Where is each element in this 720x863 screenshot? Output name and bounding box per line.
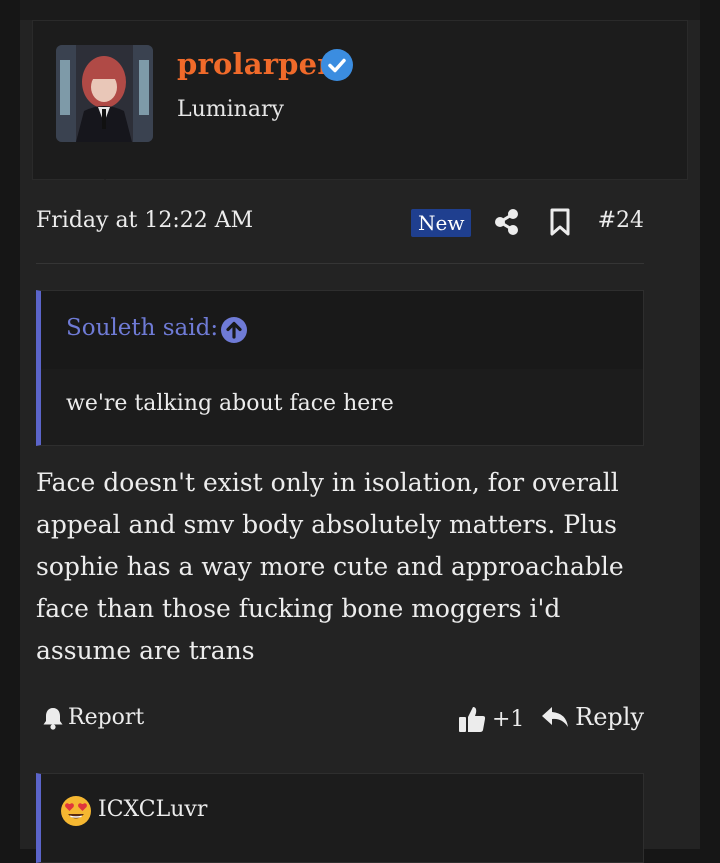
- report-button[interactable]: Report: [42, 705, 144, 730]
- verified-badge-icon: [321, 49, 353, 81]
- meta-divider: [36, 263, 644, 264]
- avatar-image: [56, 45, 153, 142]
- post-body: Face doesn't exist only in isolation, fo…: [36, 462, 646, 672]
- thumbs-up-icon: [459, 707, 486, 732]
- heart-eyes-emoji-icon: [60, 795, 92, 827]
- avatar[interactable]: [56, 45, 153, 142]
- username[interactable]: prolarper: [177, 47, 333, 81]
- like-count: +1: [492, 706, 525, 732]
- like-button[interactable]: +1: [458, 705, 524, 733]
- post-top-band: [20, 0, 700, 20]
- user-block: prolarper Luminary: [32, 20, 688, 180]
- post-number-link[interactable]: #24: [598, 208, 644, 233]
- arrow-up-circle-icon[interactable]: [221, 317, 247, 343]
- reaction-user-link[interactable]: ICXCLuvr: [98, 797, 207, 822]
- share-icon[interactable]: [494, 208, 520, 236]
- post-body-line: appeal and smv body absolutely matters. …: [36, 510, 617, 539]
- user-title: Luminary: [177, 97, 284, 122]
- bookmark-icon[interactable]: [549, 208, 571, 236]
- quote-block: Souleth said: we're talking about face h…: [36, 290, 644, 446]
- post-body-line: Face doesn't exist only in isolation, fo…: [36, 468, 619, 497]
- post-actions: Report +1 Reply: [36, 702, 644, 744]
- quote-header: Souleth said:: [41, 291, 643, 369]
- post-body-line: sophie has a way more cute and approacha…: [36, 552, 624, 581]
- post-body-line: face than those fucking bone moggers i'd: [36, 594, 561, 623]
- post-body-line: assume are trans: [36, 636, 255, 665]
- new-badge: New: [411, 209, 472, 237]
- post-meta-row: Friday at 12:22 AM New #24: [36, 204, 644, 242]
- quote-author[interactable]: Souleth said:: [66, 315, 218, 341]
- quote-text: we're talking about face here: [66, 391, 394, 416]
- reply-arrow-icon: [542, 707, 569, 727]
- reply-button[interactable]: Reply: [541, 703, 644, 731]
- reply-label: Reply: [575, 703, 644, 731]
- post-date[interactable]: Friday at 12:22 AM: [36, 208, 253, 233]
- reactions-bar[interactable]: ICXCLuvr: [36, 773, 644, 863]
- user-block-pointer: [83, 160, 127, 180]
- bell-icon: [43, 707, 63, 730]
- report-label: Report: [68, 705, 145, 730]
